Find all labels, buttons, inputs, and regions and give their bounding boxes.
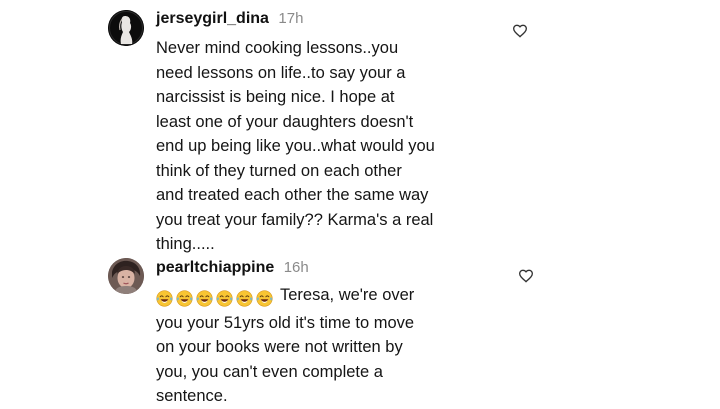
comment-meta: jerseygirl_dina 17h [156,8,303,30]
heart-outline-icon [518,269,534,283]
username-link[interactable]: jerseygirl_dina [156,10,269,27]
profile-silhouette-icon [108,10,144,46]
comment-text: Never mind cooking lessons..you need les… [156,39,435,253]
user-avatar[interactable] [108,10,144,46]
like-heart-icon[interactable] [518,268,534,284]
username-link[interactable]: pearltchiappine [156,259,274,276]
heart-outline-icon [512,24,528,38]
face-with-tears-of-joy-emoji [196,290,213,307]
comment-text: Teresa, we're over you your 51yrs old it… [156,283,476,409]
face-with-tears-of-joy-emoji [156,290,173,307]
comment-timestamp: 17h [278,10,304,27]
face-with-tears-of-joy-emoji [236,290,253,307]
like-heart-icon[interactable] [512,23,528,39]
comment-meta: pearltchiappine 16h [156,257,309,279]
profile-photo-icon [108,258,144,294]
face-with-tears-of-joy-emoji [216,290,233,307]
emoji-row [156,286,276,311]
face-with-tears-of-joy-emoji [256,290,273,307]
comment-timestamp: 16h [283,259,309,276]
face-with-tears-of-joy-emoji [176,290,193,307]
user-avatar[interactable] [108,258,144,294]
